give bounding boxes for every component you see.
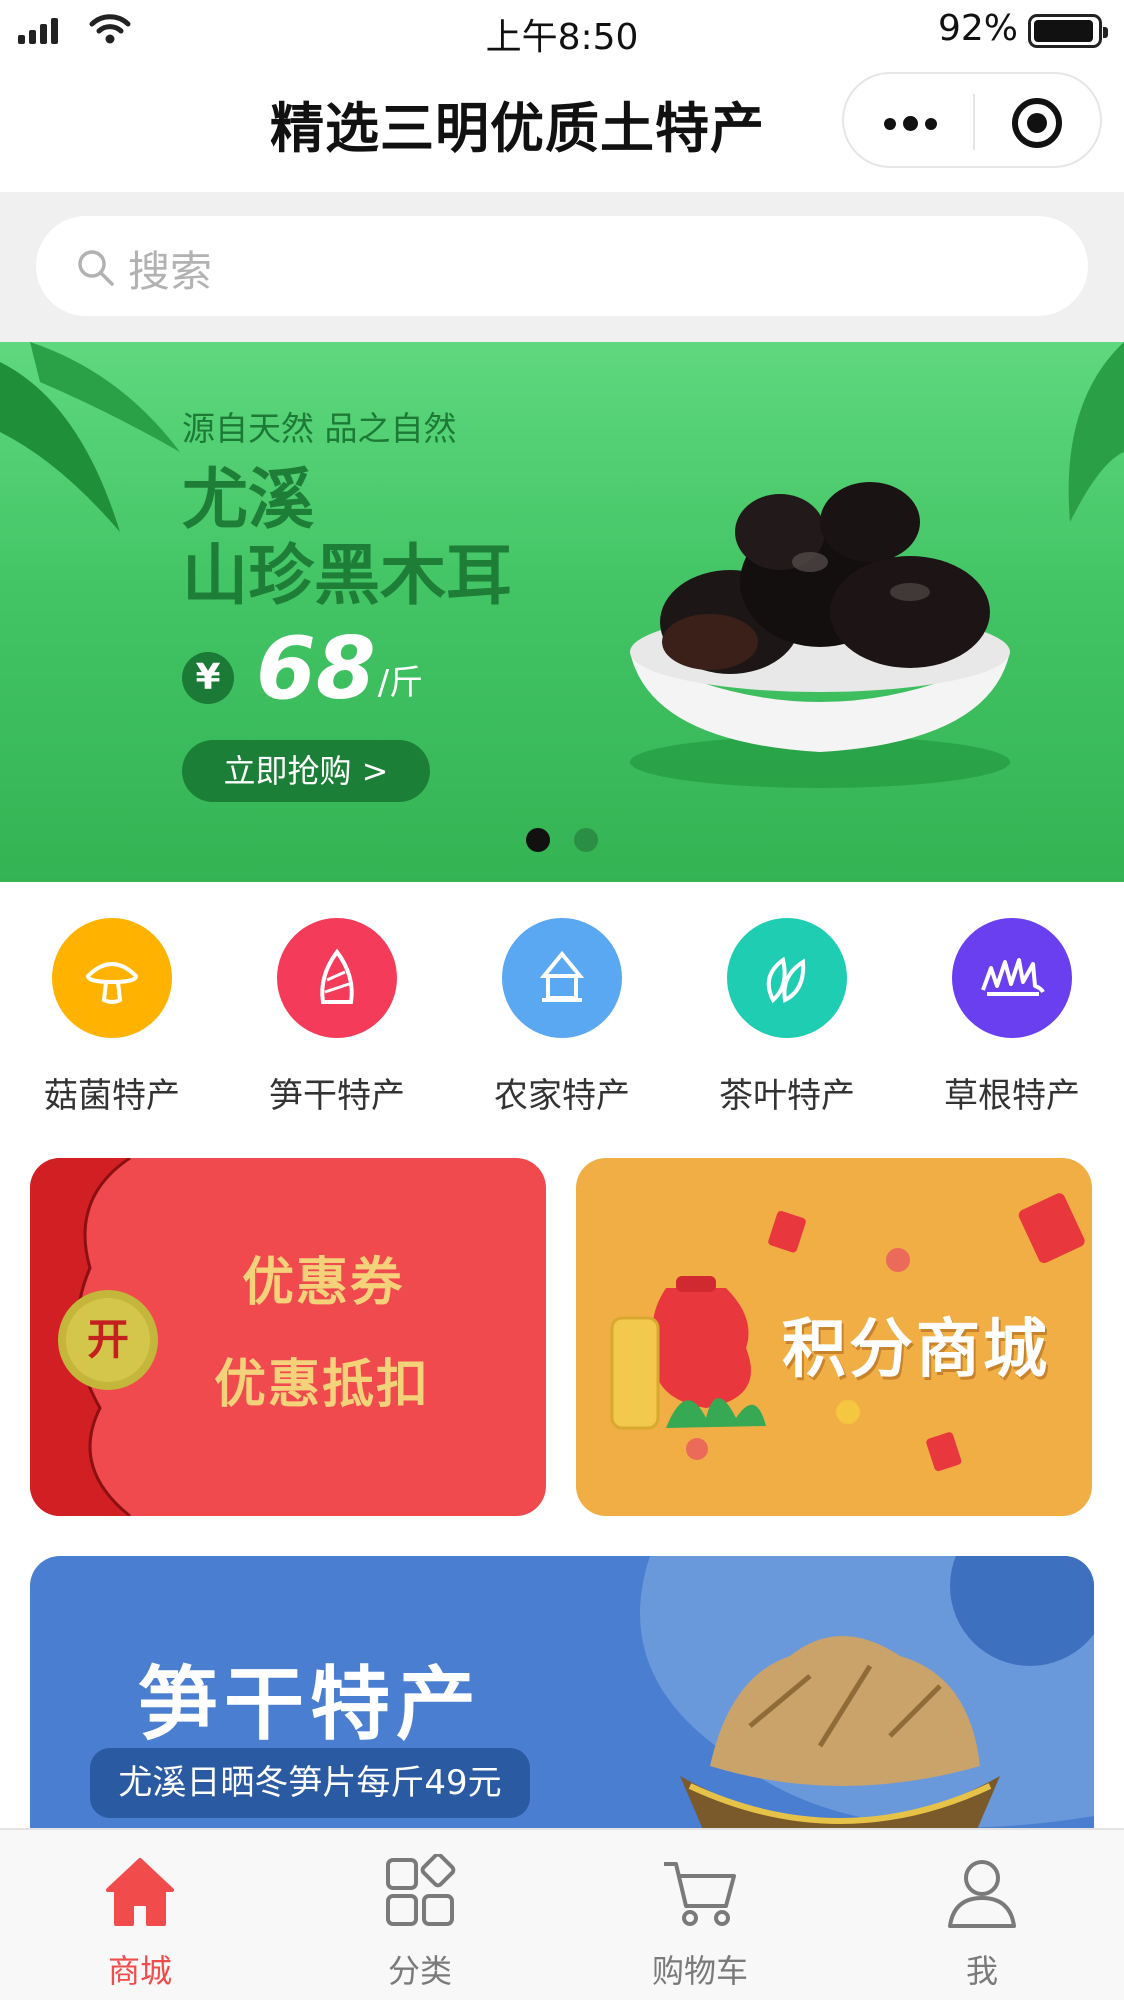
bamboo-shoot-icon [277,918,397,1038]
points-mall-title: 积分商城 [782,1313,1050,1387]
tea-leaf-icon [727,918,847,1038]
mini-program-capsule [842,72,1102,168]
coupon-title: 优惠券 [242,1253,405,1313]
banner-price: ¥ 68 /斤 [182,624,423,714]
pagination-dot[interactable] [574,828,598,852]
cart-icon [600,1852,800,1932]
feature-title: 笋干特产 [138,1658,482,1751]
category-tea[interactable]: 茶叶特产 [687,918,887,1117]
search-icon [78,250,114,286]
tab-category[interactable]: 分类 [320,1852,520,1992]
leaf-decoration-right [1068,342,1124,522]
search-placeholder: 搜索 [128,247,213,296]
search-input[interactable]: 搜索 [36,216,1088,316]
grass-icon [952,918,1072,1038]
category-farmhouse[interactable]: 农家特产 [462,918,662,1117]
category-grid: 菇菌特产 笋干特产 农家特产 茶叶特产 草根特产 [0,882,1124,1122]
coupon-subtitle: 优惠抵扣 [214,1355,431,1415]
pagination-dot[interactable] [526,828,550,852]
category-label: 茶叶特产 [719,1076,855,1116]
points-mall-card[interactable]: 积分商城 [576,1158,1092,1516]
tab-label: 我 [965,1952,998,1990]
tab-me[interactable]: 我 [882,1852,1082,1992]
status-bar: 上午8:50 92% [0,0,1124,62]
banner-tagline: 源自天然 品之自然 [182,409,457,448]
price-unit: /斤 [377,663,424,703]
tab-mall[interactable]: 商城 [40,1852,240,1992]
battery-icon [1028,14,1108,48]
coupon-card[interactable]: 开 优惠券 优惠抵扣 [30,1158,546,1516]
category-icon [320,1852,520,1932]
money-bag-illustration [610,1276,766,1430]
close-target-icon[interactable] [1012,98,1062,148]
buy-now-button[interactable]: 立即抢购 > [182,740,430,802]
banner-title: 尤溪 山珍黑木耳 [182,462,512,614]
category-label: 笋干特产 [269,1076,405,1116]
category-label: 农家特产 [494,1076,630,1116]
bottom-tab-bar: 商城 分类 购物车 我 [0,1828,1124,2000]
category-label: 菇菌特产 [44,1076,180,1116]
tab-label: 购物车 [651,1952,748,1990]
page-title: 精选三明优质土特产 [270,97,765,160]
capsule-divider [973,94,975,150]
price-value: 68 [256,619,376,719]
bamboo-shoot-basket-image [680,1636,1000,1856]
category-grass[interactable]: 草根特产 [912,918,1112,1117]
more-icon[interactable] [884,116,937,131]
bamboo-shoot-feature-banner[interactable]: 笋干特产 尤溪日晒冬笋片每斤49元 [30,1556,1094,1856]
tab-label: 商城 [107,1952,172,1990]
bamboo-leaf-decoration [0,342,180,532]
red-packet-decoration [768,1210,806,1253]
banner-title-line2: 山珍黑木耳 [182,537,512,614]
tab-label: 分类 [387,1952,452,1990]
red-packet-decoration [926,1432,962,1472]
feature-subtitle: 尤溪日晒冬笋片每斤49元 [90,1748,530,1818]
category-bamboo-shoot[interactable]: 笋干特产 [237,918,437,1117]
home-icon [40,1852,240,1932]
mushroom-icon [52,918,172,1038]
tab-cart[interactable]: 购物车 [600,1852,800,1992]
navigation-bar: 精选三明优质土特产 [0,62,1124,192]
open-badge: 开 [58,1290,158,1390]
user-icon [882,1852,1082,1932]
black-fungus-bowl-image [630,482,1010,788]
currency-badge: ¥ [182,652,234,704]
category-label: 草根特产 [944,1076,1080,1116]
search-area: 搜索 [0,192,1124,342]
farmhouse-icon [502,918,622,1038]
banner-pagination [526,828,598,852]
battery-percent: 92% [937,8,1018,49]
category-mushroom[interactable]: 菇菌特产 [12,918,212,1117]
red-packet-decoration [1018,1193,1085,1264]
banner-title-line1: 尤溪 [182,461,314,538]
promo-banner[interactable]: 源自天然 品之自然 尤溪 山珍黑木耳 ¥ 68 /斤 立即抢购 > [0,342,1124,882]
